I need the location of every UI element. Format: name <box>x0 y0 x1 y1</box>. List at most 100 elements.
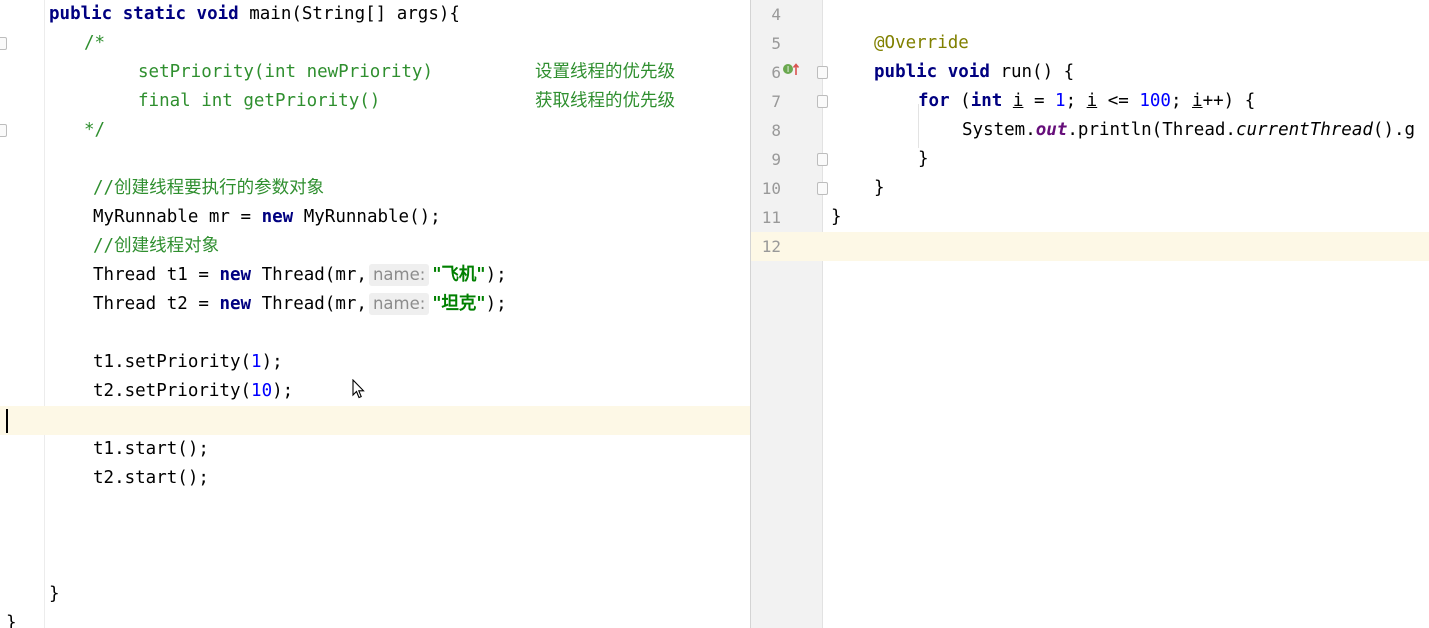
code-text[interactable]: } <box>831 203 842 232</box>
code-text[interactable]: MyRunnable mr = new MyRunnable(); <box>93 203 441 232</box>
override-method-icon[interactable]: I <box>783 62 801 76</box>
line-number: 9 <box>771 150 781 169</box>
code-token: ); <box>261 352 283 372</box>
code-line[interactable]: /* <box>0 29 750 58</box>
code-line[interactable]: } <box>0 580 750 609</box>
fold-marker-icon[interactable] <box>817 182 828 195</box>
code-text[interactable]: public static void main(String[] args){ <box>49 0 460 29</box>
right-editor-pane[interactable]: 4 5 @Override 6 public void run() { 7 for (int… <box>751 0 1429 628</box>
code-line[interactable]: 4 <box>751 0 1429 29</box>
code-token: i <box>1192 91 1203 111</box>
code-token: static <box>122 4 197 24</box>
code-line[interactable]: 10} <box>751 174 1429 203</box>
code-line[interactable]: t2.start(); <box>0 464 750 493</box>
code-text[interactable]: t2.setPriority(10); <box>93 377 293 406</box>
code-text[interactable]: //创建线程对象 <box>93 232 219 261</box>
code-line[interactable] <box>0 493 750 522</box>
code-token: MyRunnable(); <box>303 207 441 227</box>
code-text[interactable]: } <box>918 145 929 174</box>
code-text[interactable]: } <box>874 174 885 203</box>
code-token: 100 <box>1139 91 1171 111</box>
code-text[interactable]: setPriority(int newPriority) <box>138 58 433 87</box>
code-line[interactable]: 5 @Override <box>751 29 1429 58</box>
code-text[interactable]: Thread t1 = new Thread(mr, name: "飞机"); <box>93 261 507 290</box>
code-text[interactable]: for (int i = 1; i <= 100; i++) { <box>918 87 1255 116</box>
code-token: currentThread <box>1235 120 1373 140</box>
string-literal: "飞机" <box>432 265 486 285</box>
code-line[interactable]: final int getPriority() 获取线程的优先级 <box>0 87 750 116</box>
comment-text: 获取线程的优先级 <box>535 91 675 111</box>
line-number: 7 <box>771 92 781 111</box>
code-line[interactable]: 12 <box>751 232 1429 261</box>
code-text[interactable]: Thread t2 = new Thread(mr, name: "坦克"); <box>93 290 507 319</box>
fold-marker-icon[interactable] <box>817 66 828 79</box>
code-line[interactable]: MyRunnable mr = new MyRunnable(); <box>0 203 750 232</box>
code-line[interactable]: 11} <box>751 203 1429 232</box>
code-token: t2.start(); <box>93 468 209 488</box>
code-token: public <box>874 62 948 82</box>
fold-marker-icon[interactable] <box>817 95 828 108</box>
code-line[interactable] <box>0 145 750 174</box>
code-token: new <box>219 265 262 285</box>
code-line[interactable] <box>0 319 750 348</box>
code-token: ); <box>485 294 507 314</box>
code-line[interactable]: } <box>0 609 750 628</box>
code-token: System. <box>962 120 1036 140</box>
fold-marker-icon[interactable] <box>0 37 7 50</box>
code-text[interactable]: t2.start(); <box>93 464 209 493</box>
line-number: 5 <box>771 34 781 53</box>
code-text[interactable]: } <box>6 609 17 628</box>
code-text[interactable]: //创建线程要执行的参数对象 <box>93 174 324 203</box>
code-text[interactable]: t1.setPriority(1); <box>93 348 283 377</box>
code-line[interactable]: Thread t2 = new Thread(mr, name: "坦克"); <box>0 290 750 319</box>
code-text[interactable]: final int getPriority() <box>138 87 380 116</box>
code-line[interactable]: public static void main(String[] args){ <box>0 0 750 29</box>
code-token: final int getPriority() <box>138 91 381 111</box>
code-token: out <box>1035 120 1068 140</box>
code-line[interactable]: t1.setPriority(1); <box>0 348 750 377</box>
code-line[interactable]: 9} <box>751 145 1429 174</box>
code-text[interactable]: @Override <box>874 29 969 58</box>
code-text[interactable]: t1.start(); <box>93 435 209 464</box>
code-line[interactable] <box>0 551 750 580</box>
code-line[interactable]: //创建线程要执行的参数对象 <box>0 174 750 203</box>
code-token: ++) { <box>1202 91 1256 111</box>
code-token: run() { <box>1000 62 1075 82</box>
code-line[interactable] <box>0 406 750 435</box>
code-line[interactable]: */ <box>0 116 750 145</box>
code-token: void <box>196 4 250 24</box>
code-token: } <box>49 584 60 604</box>
code-line[interactable]: 7 for (int i = 1; i <= 100; i++) { <box>751 87 1429 116</box>
fold-marker-icon[interactable] <box>817 153 828 166</box>
line-number: 6 <box>771 63 781 82</box>
code-line[interactable]: t1.start(); <box>0 435 750 464</box>
code-token: } <box>874 178 885 198</box>
code-line[interactable]: t2.setPriority(10); <box>0 377 750 406</box>
code-token: */ <box>84 120 106 140</box>
fold-marker-icon[interactable] <box>0 124 7 137</box>
code-text[interactable]: /* <box>84 29 105 58</box>
code-line[interactable]: setPriority(int newPriority) 设置线程的优先级 <box>0 58 750 87</box>
code-text[interactable]: } <box>49 580 60 609</box>
code-line[interactable]: //创建线程对象 <box>0 232 750 261</box>
code-token: int <box>970 91 1013 111</box>
code-text[interactable]: System.out.println(Thread.currentThread(… <box>962 116 1415 145</box>
code-token: t1.setPriority( <box>93 352 252 372</box>
left-editor-pane[interactable]: public static void main(String[] args){/… <box>0 0 750 628</box>
code-token: main(String[] args){ <box>249 4 460 24</box>
code-token: Thread(mr, <box>261 265 367 285</box>
code-line[interactable]: 8 System.out.println(Thread.currentThread… <box>751 116 1429 145</box>
code-text[interactable]: public void run() { <box>874 58 1074 87</box>
line-number: 8 <box>771 121 781 140</box>
code-token: i <box>1012 91 1024 111</box>
code-line[interactable]: 6 public void run() { <box>751 58 1429 87</box>
code-token: MyRunnable mr = <box>93 207 262 227</box>
code-token: = <box>1023 91 1056 111</box>
code-token: public <box>49 4 123 24</box>
code-token: i <box>1086 91 1098 111</box>
code-line[interactable]: Thread t1 = new Thread(mr, name: "飞机"); <box>0 261 750 290</box>
indent-guide <box>918 104 919 148</box>
code-text[interactable]: */ <box>84 116 105 145</box>
code-token: .println(Thread. <box>1067 120 1236 140</box>
code-line[interactable] <box>0 522 750 551</box>
